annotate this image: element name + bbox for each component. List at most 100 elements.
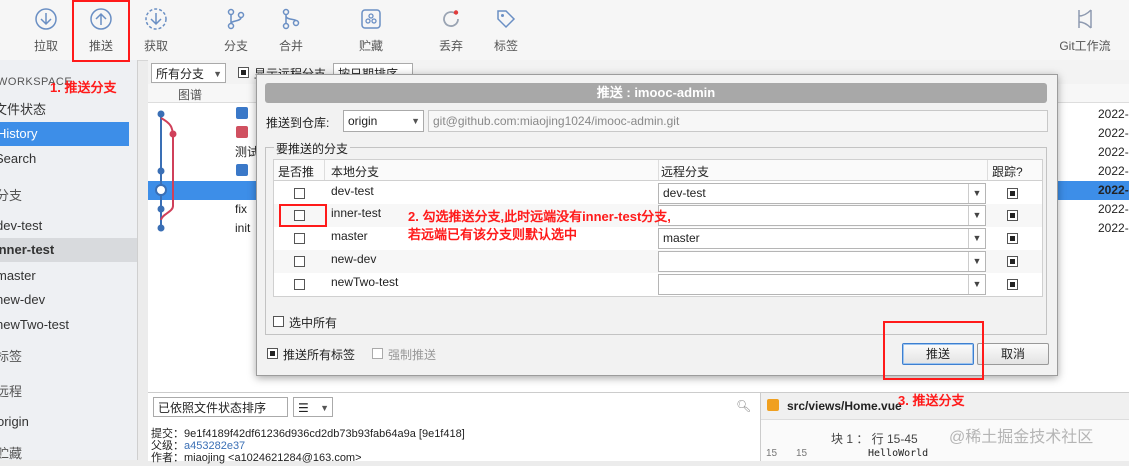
merge-icon	[282, 8, 300, 30]
col-remote-header: 远程分支	[661, 165, 710, 179]
chevron-down-icon: ▼	[213, 69, 222, 79]
sidebar-branch-inner-test-label: inner-test	[0, 242, 55, 257]
commit-info: 提交：9e1f4189f42df61236d936cd2db73b93fab64…	[148, 423, 753, 464]
column-divider	[658, 160, 659, 180]
commit-date: 2022-	[1098, 145, 1129, 159]
branches-section[interactable]: 分支	[0, 184, 133, 208]
diff-line-number-old: 15	[766, 448, 778, 459]
branch-icon	[227, 8, 245, 30]
force-push-checkbox[interactable]	[372, 348, 383, 359]
branch-row-new-dev: new-dev ▼	[274, 250, 1042, 273]
select-all-checkbox[interactable]	[273, 316, 284, 327]
merge-button[interactable]: 合并	[266, 4, 316, 56]
sidebar-remote-origin[interactable]: origin	[0, 410, 134, 434]
push-checkbox-master[interactable]	[294, 233, 305, 244]
commit-date: 2022-	[1098, 202, 1129, 216]
cancel-button[interactable]: 取消	[977, 343, 1049, 365]
repo-select[interactable]: origin ▼	[343, 110, 424, 132]
git-flow-button[interactable]: Git工作流	[1055, 4, 1115, 56]
sidebar-item-search[interactable]: Search	[0, 147, 132, 171]
hunk-label: 块 1 ： 行 15-45	[831, 432, 918, 446]
branch-row-master: master master ▼	[274, 227, 1042, 250]
discard-icon	[443, 10, 459, 27]
push-checkbox-dev-test[interactable]	[294, 188, 305, 199]
details-pane: 已依照文件状态排序 ☰ ▼ 🔍︎ 提交：9e1f4189f42df61236d93…	[148, 392, 1129, 464]
tag-button[interactable]: 标签	[481, 4, 531, 56]
annotation-step2-line1: 2. 勾选推送分支,此时远端没有inner-test分支,	[408, 209, 671, 224]
push-checkbox-new-dev[interactable]	[294, 256, 305, 267]
sidebar: WORKSPACE 文件状态 History Search 分支 dev-tes…	[0, 60, 138, 461]
stash-button[interactable]: 贮藏	[346, 4, 396, 56]
graph-column-header: 图谱	[178, 88, 203, 102]
sidebar-item-history[interactable]: History	[0, 122, 129, 146]
col-local-header: 本地分支	[331, 165, 380, 179]
track-checkbox-inner-test[interactable]	[1007, 210, 1018, 221]
commit-graph	[155, 107, 248, 232]
pull-icon	[35, 8, 57, 30]
sidebar-item-file-status[interactable]: 文件状态	[0, 98, 131, 122]
branch-filter-value: 所有分支	[156, 67, 205, 81]
dialog-title: 推送 : imooc-admin	[265, 83, 1047, 103]
track-checkbox-dev-test[interactable]	[1007, 188, 1018, 199]
tag-label: 标签	[493, 39, 518, 53]
tags-section[interactable]: 标签	[0, 345, 133, 369]
annotation-step1: 1. 推送分支	[50, 80, 117, 95]
annotation-box-push-button	[883, 321, 984, 380]
remote-branch-combo[interactable]: master ▼	[658, 228, 986, 249]
repo-value: origin	[348, 114, 378, 128]
pull-label: 拉取	[33, 39, 58, 53]
track-checkbox-new-dev[interactable]	[1007, 256, 1018, 267]
sidebar-branch-dev-test[interactable]: dev-test	[0, 214, 133, 238]
sidebar-item-history-label: History	[0, 126, 38, 141]
commit-date: 2022-	[1098, 221, 1129, 235]
track-checkbox-newtwo-test[interactable]	[1007, 279, 1018, 290]
chevron-down-icon: ▼	[968, 206, 985, 225]
branch-filter-combo[interactable]: 所有分支 ▼	[151, 63, 226, 83]
push-to-repo-label: 推送到仓库:	[266, 116, 330, 130]
watermark: @稀土掘金技术社区	[949, 429, 1094, 446]
sidebar-branch-newtwo-test[interactable]: newTwo-test	[0, 313, 133, 337]
remote-branch-combo[interactable]: ▼	[658, 274, 986, 295]
remote-branch-combo[interactable]: ▼	[658, 205, 986, 226]
local-branch: new-dev	[331, 252, 377, 266]
diff-text: HelloWorld	[868, 448, 929, 459]
branch-row-dev-test: dev-test dev-test ▼	[274, 181, 1042, 204]
push-all-tags-checkbox[interactable]	[267, 348, 278, 359]
chevron-down-icon: ▼	[320, 403, 329, 413]
author-value: miaojing <a1024621284@163.com>	[184, 452, 362, 464]
fetch-button[interactable]: 获取	[131, 4, 181, 56]
show-remote-checkbox[interactable]	[238, 67, 249, 78]
chevron-down-icon: ▼	[968, 184, 985, 203]
tag-icon	[497, 10, 516, 29]
push-checkbox-newtwo-test[interactable]	[294, 279, 305, 290]
diff-line-number-new: 15	[796, 448, 808, 459]
annotation-box-push-checkbox	[279, 204, 327, 227]
sidebar-branch-master[interactable]: master	[0, 264, 133, 288]
fetch-label: 获取	[143, 39, 168, 53]
stash-label: 贮藏	[358, 39, 383, 53]
search-icon[interactable]: 🔍︎	[736, 399, 751, 413]
annotation-step2-line2: 若远端已有该分支则默认选中	[408, 227, 578, 242]
pull-button[interactable]: 拉取	[21, 4, 71, 56]
remotes-section[interactable]: 远程	[0, 380, 133, 404]
track-checkbox-master[interactable]	[1007, 233, 1018, 244]
force-push-label: 强制推送	[388, 348, 437, 362]
stash-section[interactable]: 贮藏	[0, 442, 133, 466]
stash-icon	[361, 9, 381, 29]
branch-button[interactable]: 分支	[211, 4, 261, 56]
commit-date: 2022-	[1098, 107, 1129, 121]
local-branch: inner-test	[331, 206, 382, 220]
column-divider	[324, 160, 325, 180]
remote-branch-value: master	[663, 231, 700, 245]
fetch-icon	[145, 8, 167, 30]
view-mode-combo[interactable]: ☰ ▼	[293, 397, 333, 417]
branches-group-label: 要推送的分支	[274, 140, 351, 157]
remote-branch-combo[interactable]: dev-test ▼	[658, 183, 986, 204]
sidebar-branch-inner-test[interactable]: inner-test	[0, 238, 137, 262]
file-sort-combo[interactable]: 已依照文件状态排序	[153, 397, 288, 417]
discard-button[interactable]: 丢弃	[426, 4, 476, 56]
col-track-header: 跟踪?	[992, 165, 1023, 179]
merge-label: 合并	[278, 39, 303, 53]
remote-branch-combo[interactable]: ▼	[658, 251, 986, 272]
sidebar-branch-new-dev[interactable]: new-dev	[0, 288, 133, 312]
